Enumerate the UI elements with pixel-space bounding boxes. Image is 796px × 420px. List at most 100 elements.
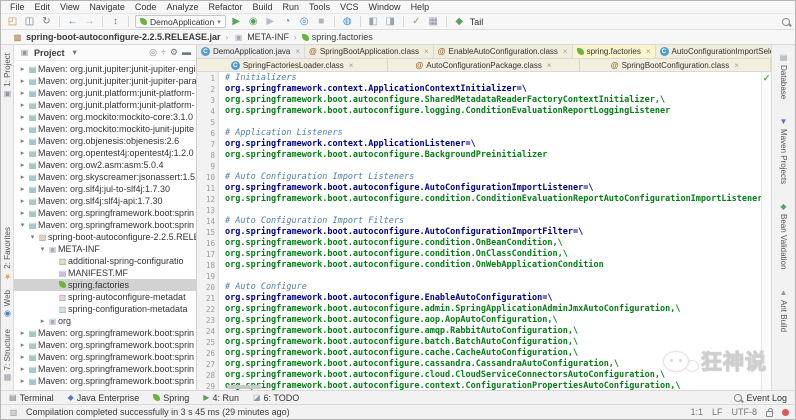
hide-icon[interactable]: ▬ bbox=[182, 47, 191, 58]
tree-item[interactable]: spring.factories bbox=[14, 279, 196, 291]
menu-run[interactable]: Run bbox=[278, 2, 305, 12]
forward-icon[interactable]: → bbox=[83, 15, 96, 28]
tree-item[interactable]: ▥spring-configuration-metadata bbox=[14, 303, 196, 315]
tree-item[interactable]: ▸▤Maven: org.springframework.boot:sprin bbox=[14, 363, 196, 375]
notification-icon[interactable] bbox=[782, 409, 789, 416]
tree-item[interactable]: ▸▤Maven: org.springframework.boot:sprin bbox=[14, 339, 196, 351]
close-icon[interactable]: × bbox=[293, 47, 300, 56]
vcs-update-icon[interactable]: ✓ bbox=[410, 15, 423, 28]
breadcrumb-item[interactable]: spring.factories bbox=[299, 32, 376, 42]
tree-item[interactable]: ▸▤Maven: org.slf4j:jul-to-slf4j:1.7.30 bbox=[14, 183, 196, 195]
settings-icon[interactable]: ⚙ bbox=[170, 47, 178, 58]
project-panel-title[interactable]: Project bbox=[34, 48, 65, 58]
tree-item[interactable]: ▸▤Maven: org.junit.jupiter:junit-jupiter… bbox=[14, 63, 196, 75]
chevron-collapsed-icon[interactable]: ▸ bbox=[18, 209, 27, 217]
restore-layout-icon[interactable]: ◧ bbox=[367, 15, 380, 28]
horizontal-scrollbar-thumb[interactable] bbox=[227, 385, 261, 389]
tree-item[interactable]: ▥spring-autoconfigure-metadat bbox=[14, 291, 196, 303]
tree-item[interactable]: ▸▤Maven: org.junit.platform:junit-platfo… bbox=[14, 99, 196, 111]
editor-tab[interactable]: @SpringBootConfiguration.class× bbox=[580, 59, 771, 71]
menu-edit[interactable]: Edit bbox=[30, 2, 56, 12]
tool-button-maven-projects[interactable]: ▼Maven Projects bbox=[779, 117, 788, 184]
tree-item[interactable]: ▸▤Maven: org.junit.platform:junit-platfo… bbox=[14, 87, 196, 99]
tree-item[interactable]: ▸▣org bbox=[14, 315, 196, 327]
chevron-collapsed-icon[interactable]: ▸ bbox=[18, 173, 27, 181]
editor-scrollbar[interactable]: ✓ bbox=[761, 72, 771, 390]
editor-tab[interactable]: CSpringFactoriesLoader.class× bbox=[197, 59, 388, 71]
chevron-collapsed-icon[interactable]: ▸ bbox=[18, 341, 27, 349]
chevron-collapsed-icon[interactable]: ▸ bbox=[18, 149, 27, 157]
editor-tab[interactable]: spring.factories× bbox=[573, 45, 656, 58]
tree-item[interactable]: ▸▤Maven: org.mockito:mockito-junit-jupit… bbox=[14, 123, 196, 135]
tool-button-spring[interactable]: Spring bbox=[153, 393, 189, 403]
debug-icon[interactable]: ◉ bbox=[247, 15, 260, 28]
chevron-collapsed-icon[interactable]: ▸ bbox=[18, 161, 27, 169]
status-window-icon[interactable]: ▥ bbox=[7, 406, 20, 419]
close-icon[interactable]: × bbox=[561, 47, 568, 56]
menu-view[interactable]: View bbox=[55, 2, 84, 12]
event-log-button[interactable]: Event Log bbox=[734, 393, 787, 403]
menu-refactor[interactable]: Refactor bbox=[203, 2, 247, 12]
tool-button-6-todo[interactable]: ◪6: TODO bbox=[253, 393, 299, 403]
caret-position[interactable]: 1:1 bbox=[690, 407, 703, 417]
breadcrumb-item[interactable]: ▨spring-boot-autoconfigure-2.2.5.RELEASE… bbox=[9, 32, 224, 43]
tree-item[interactable]: ▸▤Maven: org.mockito:mockito-core:3.1.0 bbox=[14, 111, 196, 123]
save-layout-icon[interactable]: ◨ bbox=[384, 15, 397, 28]
tree-item[interactable]: ▸▤Maven: org.springframework.boot:sprin bbox=[14, 327, 196, 339]
tree-item[interactable]: ▾▤Maven: org.springframework.boot:sprin bbox=[14, 219, 196, 231]
tail-label[interactable]: Tail bbox=[470, 17, 484, 27]
code-editor[interactable]: # Initializersorg.springframework.contex… bbox=[219, 72, 761, 390]
back-icon[interactable]: ← bbox=[66, 15, 79, 28]
save-icon[interactable]: ◫ bbox=[23, 15, 36, 28]
tree-item[interactable]: ▸▤Maven: org.objenesis:objenesis:2.6 bbox=[14, 135, 196, 147]
tree-item[interactable]: ▸▤Maven: org.springframework.boot:sprin bbox=[14, 351, 196, 363]
stop-icon[interactable]: ■ bbox=[315, 15, 328, 28]
menu-window[interactable]: Window bbox=[364, 2, 406, 12]
run-icon[interactable]: ▶ bbox=[230, 15, 243, 28]
chevron-collapsed-icon[interactable]: ▸ bbox=[18, 185, 27, 193]
menu-build[interactable]: Build bbox=[247, 2, 277, 12]
tree-item[interactable]: ▸▤Maven: org.springframework.boot:sprin bbox=[14, 207, 196, 219]
tool-button-4-run[interactable]: ▶4: Run bbox=[203, 393, 239, 403]
annotate-icon[interactable]: ↕ bbox=[109, 15, 122, 28]
tool-button-database[interactable]: ▤Database bbox=[779, 53, 788, 99]
tree-item[interactable]: ▾▣META-INF bbox=[14, 243, 196, 255]
chevron-collapsed-icon[interactable]: ▸ bbox=[18, 197, 27, 205]
tree-item[interactable]: ▸▤Maven: org.slf4j:slf4j-api:1.7.30 bbox=[14, 195, 196, 207]
close-icon[interactable]: × bbox=[422, 47, 429, 56]
close-icon[interactable]: × bbox=[347, 61, 354, 70]
tool-button-web[interactable]: ◉Web bbox=[3, 290, 12, 318]
attach-icon[interactable]: ◎ bbox=[298, 15, 311, 28]
tree-item[interactable]: ▾▨spring-boot-autoconfigure-2.2.5.RELE bbox=[14, 231, 196, 243]
close-icon[interactable]: × bbox=[732, 61, 739, 70]
chevron-collapsed-icon[interactable]: ▸ bbox=[18, 101, 27, 109]
tree-item[interactable]: ▥additional-spring-configuratio bbox=[14, 255, 196, 267]
chevron-collapsed-icon[interactable]: ▸ bbox=[18, 89, 27, 97]
file-encoding[interactable]: UTF-8 bbox=[732, 407, 758, 417]
tree-item[interactable]: ▸▤Maven: org.ow2.asm:asm:5.0.4 bbox=[14, 159, 196, 171]
breadcrumb-item[interactable]: ▣META-INF bbox=[230, 32, 292, 43]
close-icon[interactable]: × bbox=[644, 47, 651, 56]
line-separator[interactable]: LF bbox=[712, 407, 723, 417]
chevron-expanded-icon[interactable]: ▾ bbox=[28, 233, 37, 241]
chevron-collapsed-icon[interactable]: ▸ bbox=[18, 65, 27, 73]
data-grid-icon[interactable]: ▦ bbox=[427, 15, 440, 28]
menu-vcs[interactable]: VCS bbox=[335, 2, 364, 12]
tool-button-2-favorites[interactable]: ★2: Favorites bbox=[3, 227, 12, 281]
tree-item[interactable]: ▸▤Maven: org.springframework.boot:sprin bbox=[14, 375, 196, 387]
tree-item[interactable]: ▤MANIFEST.MF bbox=[14, 267, 196, 279]
menu-navigate[interactable]: Navigate bbox=[84, 2, 130, 12]
menu-tools[interactable]: Tools bbox=[304, 2, 335, 12]
chevron-collapsed-icon[interactable]: ▸ bbox=[38, 317, 47, 325]
menu-help[interactable]: Help bbox=[406, 2, 435, 12]
menu-code[interactable]: Code bbox=[130, 2, 162, 12]
search-icon[interactable] bbox=[782, 18, 790, 26]
tree-item[interactable]: ▸▤Maven: org.opentest4j:opentest4j:1.2.0 bbox=[14, 147, 196, 159]
close-icon[interactable]: × bbox=[545, 61, 552, 70]
menu-file[interactable]: File bbox=[5, 2, 30, 12]
editor-tab[interactable]: CDemoApplication.java× bbox=[197, 45, 305, 58]
run-configuration-select[interactable]: DemoApplication▾ bbox=[135, 15, 226, 28]
tool-button-java-enterprise[interactable]: ◆Java Enterprise bbox=[68, 393, 140, 403]
chevron-collapsed-icon[interactable]: ▸ bbox=[18, 137, 27, 145]
menu-analyze[interactable]: Analyze bbox=[161, 2, 203, 12]
